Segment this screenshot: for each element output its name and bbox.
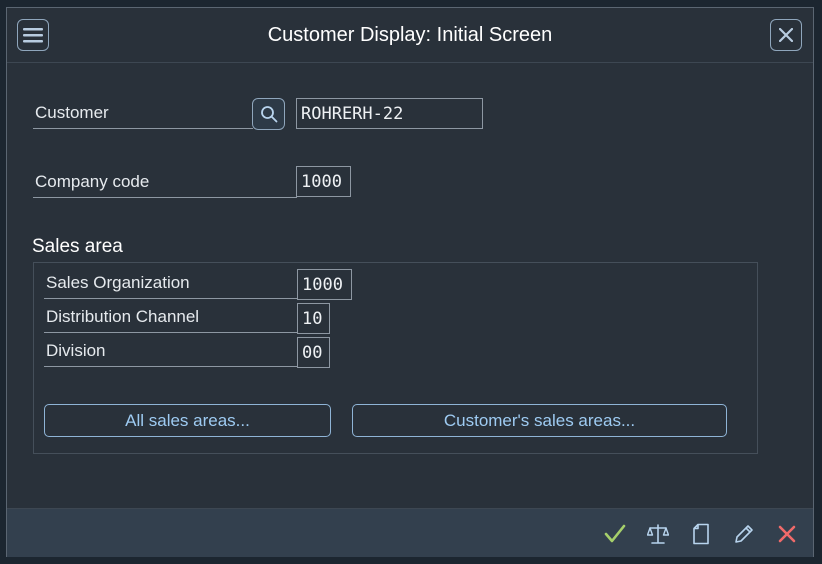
footer-toolbar <box>7 508 813 557</box>
dialog-title: Customer Display: Initial Screen <box>267 24 553 46</box>
close-icon <box>779 28 793 42</box>
red-x-icon <box>778 525 796 543</box>
hamburger-menu-icon <box>23 28 43 43</box>
balance-scale-icon <box>647 524 669 544</box>
division-input[interactable]: 00 <box>297 337 330 368</box>
pencil-icon <box>735 525 753 543</box>
sales-org-input[interactable]: 1000 <box>297 269 352 300</box>
distribution-channel-input[interactable]: 10 <box>297 303 330 334</box>
compare-button[interactable] <box>644 520 672 548</box>
customer-input[interactable]: ROHRERH-22 <box>296 98 483 129</box>
distribution-channel-label: Distribution Channel <box>44 307 297 333</box>
document-button[interactable] <box>687 520 715 548</box>
menu-button[interactable] <box>17 19 49 51</box>
confirm-button[interactable] <box>601 520 629 548</box>
sales-area-title: Sales area <box>32 236 123 257</box>
cancel-button[interactable] <box>773 520 801 548</box>
all-sales-areas-button[interactable]: All sales areas... <box>44 404 331 437</box>
document-icon <box>693 523 709 545</box>
division-label: Division <box>44 341 297 367</box>
customer-search-button[interactable] <box>252 98 285 130</box>
edit-button[interactable] <box>730 520 758 548</box>
customer-label: Customer <box>33 103 253 129</box>
company-code-input[interactable]: 1000 <box>296 166 351 197</box>
customers-sales-areas-button[interactable]: Customer's sales areas... <box>352 404 727 437</box>
sales-area-group: Sales Organization 1000 Distribution Cha… <box>33 262 758 454</box>
close-button[interactable] <box>770 19 802 51</box>
customer-display-dialog: Customer Display: Initial Screen Custome… <box>6 7 814 557</box>
search-icon <box>260 106 277 123</box>
checkmark-icon <box>604 524 626 543</box>
title-bar: Customer Display: Initial Screen <box>7 8 813 63</box>
sales-org-label: Sales Organization <box>44 273 297 299</box>
company-code-label: Company code <box>33 172 297 198</box>
